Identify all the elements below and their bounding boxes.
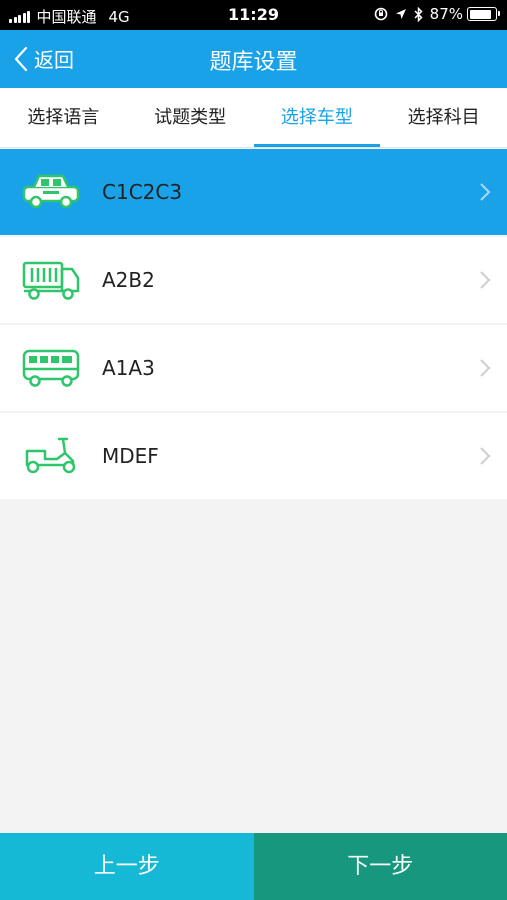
nav-bar: 返回 题库设置 [0,30,507,88]
location-icon [395,8,407,20]
vehicle-row-a1a3[interactable]: A1A3 [0,325,507,411]
tab-subject[interactable]: 选择科目 [380,88,507,147]
vehicle-label: MDEF [102,444,159,468]
battery-fill [469,9,492,19]
status-bar: 中国联通 4G 11:29 87% [0,0,507,30]
tab-question-type[interactable]: 试题类型 [127,88,254,147]
chevron-right-icon [480,271,491,289]
tab-language[interactable]: 选择语言 [0,88,127,147]
tab-bar: 选择语言 试题类型 选择车型 选择科目 [0,88,507,148]
battery-icon [467,7,500,21]
status-right: 87% [374,5,500,23]
vehicle-label: C1C2C3 [102,180,183,204]
chevron-right-icon [480,447,491,465]
bluetooth-icon [414,6,423,22]
bottom-action-bar: 上一步 下一步 [0,833,507,900]
scooter-icon [20,433,82,479]
prev-step-button[interactable]: 上一步 [0,833,254,900]
tab-vehicle-type[interactable]: 选择车型 [253,88,381,147]
truck-icon [20,257,82,303]
battery-percent: 87% [429,5,463,23]
car-icon [20,169,82,215]
rotation-lock-icon [374,7,388,21]
vehicle-label: A2B2 [102,268,155,292]
vehicle-row-c1c2c3[interactable]: C1C2C3 [0,149,507,235]
page-title: 题库设置 [209,50,298,75]
next-step-button[interactable]: 下一步 [253,833,507,900]
vehicle-label: A1A3 [102,356,155,380]
vehicle-list: C1C2C3 A2B2 A1A3 MDEF [0,149,507,501]
vehicle-row-a2b2[interactable]: A2B2 [0,237,507,323]
bus-icon [20,345,82,391]
chevron-right-icon [480,183,491,201]
vehicle-row-mdef[interactable]: MDEF [0,413,507,499]
chevron-right-icon [480,359,491,377]
